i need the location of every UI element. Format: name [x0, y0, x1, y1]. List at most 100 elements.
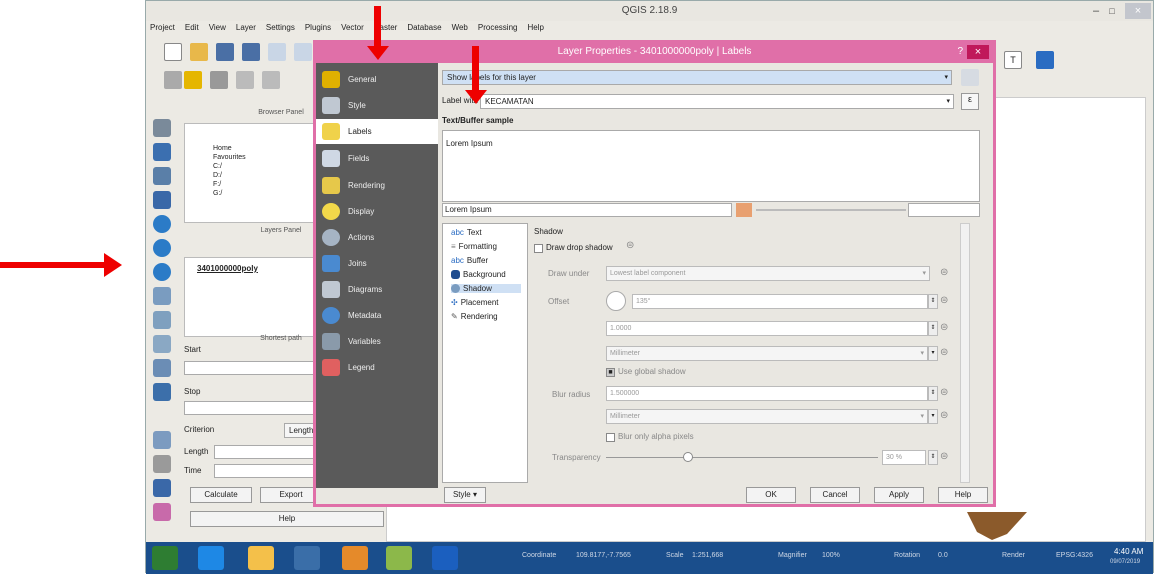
nav-fields[interactable]: Fields	[316, 146, 438, 171]
chrome-icon[interactable]	[294, 546, 320, 570]
sample-scale-input[interactable]	[908, 203, 980, 217]
apply-button[interactable]: Apply	[874, 487, 924, 503]
offset-distance-override-icon[interactable]: ⊜	[940, 322, 948, 333]
nav-rendering[interactable]: Rendering	[316, 173, 438, 198]
layer-item[interactable]: 3401000000poly	[197, 264, 258, 273]
expression-button[interactable]: ε	[961, 93, 979, 110]
menu-help[interactable]: Help	[527, 21, 543, 35]
add-oracle-icon[interactable]	[153, 383, 171, 401]
offset-unit-override-icon[interactable]: ⊜	[940, 347, 948, 358]
menu-settings[interactable]: Settings	[266, 21, 295, 35]
map-tips-icon[interactable]	[1036, 51, 1054, 69]
digitize-icon[interactable]	[153, 503, 171, 521]
new-print-composer-icon[interactable]	[268, 43, 286, 61]
open-project-icon[interactable]	[190, 43, 208, 61]
menu-vector[interactable]: Vector	[341, 21, 364, 35]
sample-bg-color[interactable]	[736, 203, 752, 217]
scale-value[interactable]: 1:251,668	[692, 552, 723, 559]
label-mode-icon[interactable]	[961, 69, 979, 86]
nav-general[interactable]: General	[316, 67, 438, 92]
explorer-icon[interactable]	[248, 546, 274, 570]
close-button[interactable]: ×	[1125, 3, 1151, 19]
nav-variables[interactable]: Variables	[316, 329, 438, 354]
add-spatialite-layer-icon[interactable]	[153, 191, 171, 209]
ok-button[interactable]: OK	[746, 487, 796, 503]
menu-processing[interactable]: Processing	[478, 21, 518, 35]
subtab-background[interactable]: Background	[451, 270, 506, 279]
save-as-icon[interactable]	[242, 43, 260, 61]
draw-under-override-icon[interactable]: ⊜	[940, 267, 948, 278]
transparency-slider[interactable]	[606, 457, 878, 458]
magnifier-value[interactable]: 100%	[822, 552, 840, 559]
subtab-shadow[interactable]: Shadow	[451, 284, 521, 293]
menu-database[interactable]: Database	[407, 21, 441, 35]
add-wkt-icon[interactable]	[153, 359, 171, 377]
label-field-select[interactable]: KECAMATAN ▾	[480, 94, 954, 109]
draw-under-select[interactable]: Lowest label component ▾	[606, 266, 930, 281]
blur-unit-spin[interactable]: ▾	[928, 409, 938, 424]
new-shapefile-icon[interactable]	[153, 311, 171, 329]
text-annotation-icon[interactable]: T	[1004, 51, 1022, 69]
new-virtual-layer-icon[interactable]	[153, 335, 171, 353]
blur-unit-select[interactable]: Millimeter ▾	[606, 409, 928, 424]
save-edits-icon[interactable]	[210, 71, 228, 89]
nav-style[interactable]: Style	[316, 93, 438, 118]
blur-unit-override-icon[interactable]: ⊜	[940, 410, 948, 421]
start-icon[interactable]	[152, 546, 178, 570]
shadow-scrollbar[interactable]	[960, 223, 970, 483]
menu-edit[interactable]: Edit	[185, 21, 199, 35]
media-icon[interactable]	[342, 546, 368, 570]
browser-item-d[interactable]: D:/	[213, 171, 246, 180]
nav-metadata[interactable]: Metadata	[316, 303, 438, 328]
add-vector-layer-icon[interactable]	[153, 119, 171, 137]
word-icon[interactable]	[432, 546, 458, 570]
data-defined-override-icon[interactable]: ⊜	[626, 240, 634, 251]
dialog-close-button[interactable]: ×	[967, 45, 989, 59]
gps-tools-icon[interactable]	[153, 431, 171, 449]
offset-distance-spin[interactable]: ⇕	[928, 321, 938, 336]
offset-angle-spin[interactable]: ⇕	[928, 294, 938, 309]
browser-item-favourites[interactable]: Favourites	[213, 153, 246, 162]
sample-zoom-slider[interactable]	[756, 209, 906, 211]
qgis-taskbar-icon[interactable]	[386, 546, 412, 570]
subtab-buffer[interactable]: abc Buffer	[451, 256, 488, 265]
dialog-help-bottom-button[interactable]: Help	[938, 487, 988, 503]
menu-layer[interactable]: Layer	[236, 21, 256, 35]
add-feature-icon[interactable]	[236, 71, 254, 89]
menu-plugins[interactable]: Plugins	[305, 21, 331, 35]
menu-project[interactable]: Project	[150, 21, 175, 35]
offset-angle-input[interactable]: 135°	[632, 294, 928, 309]
add-wcs-layer-icon[interactable]	[153, 239, 171, 257]
nav-diagrams[interactable]: Diagrams	[316, 277, 438, 302]
subtab-text[interactable]: abc Text	[451, 228, 482, 237]
transparency-override-icon[interactable]: ⊜	[940, 451, 948, 462]
mssql-icon[interactable]	[153, 455, 171, 473]
add-wfs-layer-icon[interactable]	[153, 263, 171, 281]
new-project-icon[interactable]	[164, 43, 182, 61]
subtab-rendering[interactable]: ✎ Rendering	[451, 312, 498, 321]
blur-radius-spin[interactable]: ⇕	[928, 386, 938, 401]
subtab-placement[interactable]: ✣ Placement	[451, 298, 499, 307]
add-delimited-text-icon[interactable]	[153, 287, 171, 305]
menu-view[interactable]: View	[209, 21, 226, 35]
browser-item-c[interactable]: C:/	[213, 162, 246, 171]
help-button[interactable]: Help	[190, 511, 384, 527]
blur-alpha-checkbox[interactable]	[606, 433, 615, 442]
blur-radius-input[interactable]: 1.500000	[606, 386, 928, 401]
save-project-icon[interactable]	[216, 43, 234, 61]
browser-item-f[interactable]: F:/	[213, 180, 246, 189]
nav-actions[interactable]: Actions	[316, 225, 438, 250]
add-postgis-layer-icon[interactable]	[153, 167, 171, 185]
add-wms-layer-icon[interactable]	[153, 215, 171, 233]
offset-distance-input[interactable]: 1.0000	[606, 321, 928, 336]
style-menu-button[interactable]: Style ▾	[444, 487, 486, 503]
offset-angle-override-icon[interactable]: ⊜	[940, 295, 948, 306]
ie-icon[interactable]	[198, 546, 224, 570]
move-feature-icon[interactable]	[262, 71, 280, 89]
offset-angle-dial[interactable]	[606, 291, 626, 311]
cancel-button[interactable]: Cancel	[810, 487, 860, 503]
draw-shadow-checkbox[interactable]	[534, 244, 543, 253]
dialog-help-button[interactable]: ?	[957, 46, 963, 57]
rotation-value[interactable]: 0.0	[938, 552, 948, 559]
calculate-button[interactable]: Calculate	[190, 487, 252, 503]
